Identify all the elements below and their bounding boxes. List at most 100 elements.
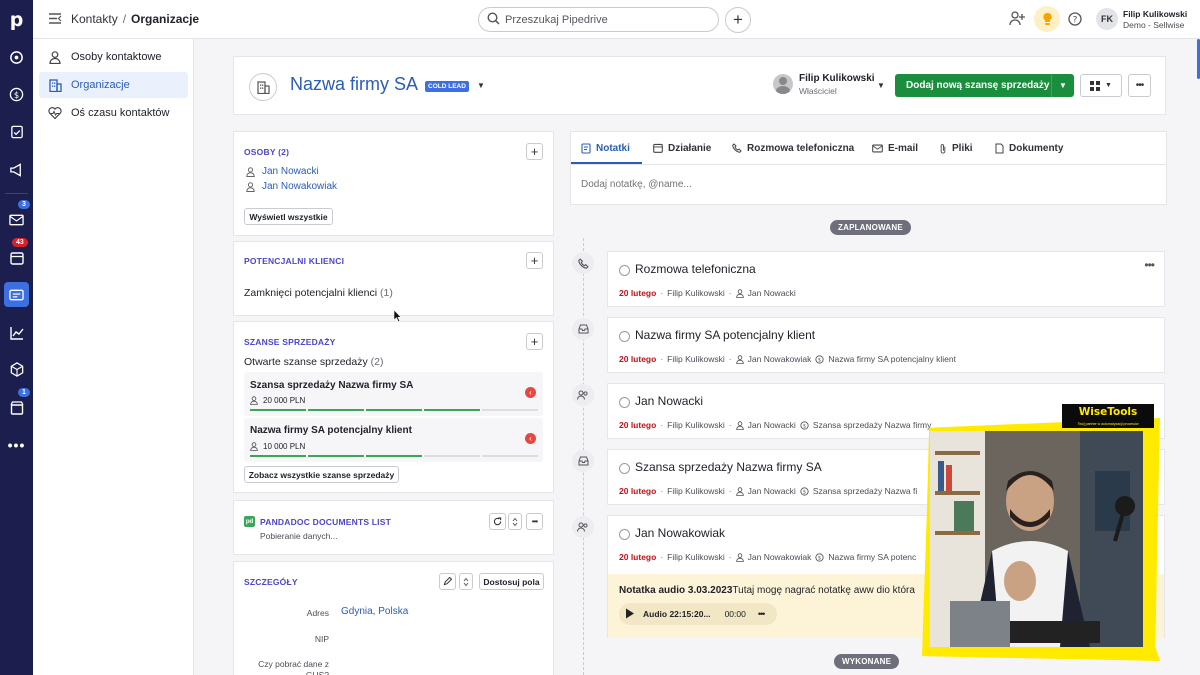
org-name[interactable]: Nazwa firmy SA bbox=[290, 74, 418, 95]
more-actions-button[interactable]: ••• bbox=[1128, 74, 1151, 97]
activity-item[interactable]: Rozmowa telefoniczna ••• 20 lutego · Fil… bbox=[607, 251, 1165, 307]
mark-done-checkbox[interactable] bbox=[619, 529, 630, 540]
search-input[interactable]: Przeszukaj Pipedrive bbox=[478, 7, 719, 32]
deals-title[interactable]: SZANSE SPRZEDAŻY bbox=[244, 337, 336, 347]
activity-person[interactable]: Jan Nowakowiak bbox=[748, 552, 812, 562]
deal-value: 20 000 PLN bbox=[263, 396, 306, 405]
overdue-warning-icon[interactable]: ‹ bbox=[525, 433, 536, 444]
tab-email[interactable]: E-mail bbox=[872, 132, 918, 164]
deal-item[interactable]: Nazwa firmy SA potencjalny klient 10 000… bbox=[244, 418, 543, 462]
rail-divider bbox=[5, 193, 28, 194]
tab-activity[interactable]: Działanie bbox=[653, 132, 711, 164]
activity-owner: Filip Kulikowski bbox=[667, 288, 725, 298]
more-icon[interactable]: ••• bbox=[4, 432, 29, 457]
user-name: Filip Kulikowski bbox=[1123, 9, 1188, 19]
nav-contact-timeline[interactable]: Oś czasu kontaktów bbox=[39, 100, 188, 126]
person-link[interactable]: Jan Nowacki bbox=[246, 166, 319, 177]
help-icon[interactable]: ? bbox=[1068, 12, 1082, 29]
add-lead-button[interactable]: + bbox=[526, 252, 543, 269]
contacts-icon[interactable] bbox=[4, 282, 29, 307]
activity-deal[interactable]: Nazwa firmy SA potenc bbox=[828, 552, 916, 562]
insights-icon[interactable] bbox=[4, 320, 29, 345]
person-link[interactable]: Jan Nowakowiak bbox=[246, 181, 337, 192]
audio-more-icon[interactable]: ••• bbox=[758, 609, 766, 619]
tab-files-label: Pliki bbox=[952, 142, 973, 154]
activity-more-icon[interactable]: ••• bbox=[1144, 258, 1155, 272]
open-deals-count: (2) bbox=[370, 356, 384, 368]
nav-people[interactable]: Osoby kontaktowe bbox=[39, 44, 188, 70]
show-all-people-button[interactable]: Wyświetl wszystkie bbox=[244, 208, 333, 225]
mark-done-checkbox[interactable] bbox=[619, 265, 630, 276]
target-icon[interactable] bbox=[4, 45, 29, 70]
lead-label-badge[interactable]: COLD LEAD bbox=[425, 81, 469, 92]
marketplace-icon[interactable] bbox=[4, 395, 29, 420]
tab-call[interactable]: Rozmowa telefoniczna bbox=[732, 132, 854, 164]
pandadoc-title[interactable]: PANDADOC DOCUMENTS LIST bbox=[260, 517, 391, 527]
megaphone-icon[interactable] bbox=[4, 157, 29, 182]
closed-leads-link[interactable]: Zamknięci potencjalni klienci (1) bbox=[244, 287, 393, 299]
dollar-icon[interactable]: $ bbox=[4, 82, 29, 107]
quick-add-button[interactable]: + bbox=[725, 7, 751, 33]
activity-deal[interactable]: Nazwa firmy SA potencjalny klient bbox=[828, 354, 956, 364]
activity-deal[interactable]: Szansa sprzedaży Nazwa fi bbox=[813, 486, 917, 496]
customize-fields-button[interactable]: Dostosuj pola bbox=[479, 573, 544, 590]
clipboard-icon[interactable] bbox=[4, 119, 29, 144]
reorder-icon[interactable] bbox=[459, 573, 473, 590]
audio-note-text: Tutaj mogę nagrać notatkę aww dio która bbox=[732, 585, 915, 596]
tab-notes[interactable]: Notatki bbox=[581, 132, 630, 164]
activity-deal[interactable]: Szansa sprzedaży Nazwa firmy bbox=[813, 420, 932, 430]
breadcrumb-root[interactable]: Kontakty bbox=[71, 12, 118, 26]
edit-icon[interactable] bbox=[439, 573, 456, 590]
address-value[interactable]: Gdynia, Polska bbox=[341, 606, 408, 617]
activity-person[interactable]: Jan Nowacki bbox=[748, 420, 796, 430]
activity-date: 20 lutego bbox=[619, 552, 657, 562]
add-deal-button[interactable]: Dodaj nową szansę sprzedaży bbox=[895, 80, 1051, 91]
closed-leads-count: (1) bbox=[379, 287, 393, 299]
mark-done-checkbox[interactable] bbox=[619, 331, 630, 342]
add-deal-dropdown-icon[interactable]: ▼ bbox=[1052, 81, 1074, 90]
owner-dropdown-icon[interactable]: ▼ bbox=[877, 81, 885, 90]
activity-person[interactable]: Jan Nowacki bbox=[748, 486, 796, 496]
refresh-icon[interactable] bbox=[489, 513, 506, 530]
calendar-badge: 43 bbox=[12, 238, 28, 247]
person-icon bbox=[48, 50, 62, 64]
pandadoc-more-icon[interactable]: ••• bbox=[526, 513, 543, 530]
collapse-menu-icon[interactable] bbox=[48, 12, 62, 28]
building-icon bbox=[48, 78, 62, 92]
see-all-deals-button[interactable]: Zobacz wszystkie szanse sprzedaży bbox=[244, 466, 399, 483]
user-menu[interactable]: Filip Kulikowski Demo - Sellwise bbox=[1123, 9, 1187, 31]
activity-person[interactable]: Jan Nowacki bbox=[748, 288, 796, 298]
view-switcher-button[interactable]: ▼ bbox=[1080, 74, 1122, 97]
mail-icon[interactable] bbox=[4, 207, 29, 232]
avatar[interactable]: FK bbox=[1096, 8, 1118, 30]
details-title[interactable]: SZCZEGÓŁY bbox=[244, 577, 298, 587]
lightbulb-icon[interactable] bbox=[1034, 6, 1060, 32]
invite-users-icon[interactable] bbox=[1009, 11, 1026, 29]
play-icon[interactable] bbox=[625, 608, 635, 621]
wisetools-tagline: Twój partner w automatyzacji procesów bbox=[1062, 420, 1154, 428]
leads-title[interactable]: POTENCJALNI KLIENCI bbox=[244, 256, 344, 266]
deal-item[interactable]: Szansa sprzedaży Nazwa firmy SA 20 000 P… bbox=[244, 372, 543, 416]
deal-stage-segment bbox=[366, 455, 422, 457]
products-icon[interactable] bbox=[4, 357, 29, 382]
activity-person[interactable]: Jan Nowakowiak bbox=[748, 354, 812, 364]
mark-done-checkbox[interactable] bbox=[619, 463, 630, 474]
svg-text:?: ? bbox=[1073, 16, 1078, 26]
owner-selector[interactable]: Filip Kulikowski Właściciel bbox=[799, 73, 875, 97]
tab-files[interactable]: Pliki bbox=[939, 132, 973, 164]
calendar-icon[interactable] bbox=[4, 245, 29, 270]
tab-documents[interactable]: Dokumenty bbox=[995, 132, 1063, 164]
label-dropdown-icon[interactable]: ▼ bbox=[477, 81, 485, 90]
mark-done-checkbox[interactable] bbox=[619, 397, 630, 408]
reorder-icon[interactable] bbox=[508, 513, 522, 530]
person-icon bbox=[246, 166, 255, 177]
pipedrive-logo[interactable]: p bbox=[4, 7, 29, 32]
people-title[interactable]: OSOBY (2) bbox=[244, 147, 289, 157]
note-input[interactable] bbox=[581, 175, 1151, 193]
owner-name: Filip Kulikowski bbox=[799, 73, 875, 84]
add-deal-small-button[interactable]: + bbox=[526, 333, 543, 350]
activity-item[interactable]: Nazwa firmy SA potencjalny klient 20 lut… bbox=[607, 317, 1165, 373]
overdue-warning-icon[interactable]: ‹ bbox=[525, 387, 536, 398]
nav-organizations[interactable]: Organizacje bbox=[39, 72, 188, 98]
add-person-button[interactable]: + bbox=[526, 143, 543, 160]
